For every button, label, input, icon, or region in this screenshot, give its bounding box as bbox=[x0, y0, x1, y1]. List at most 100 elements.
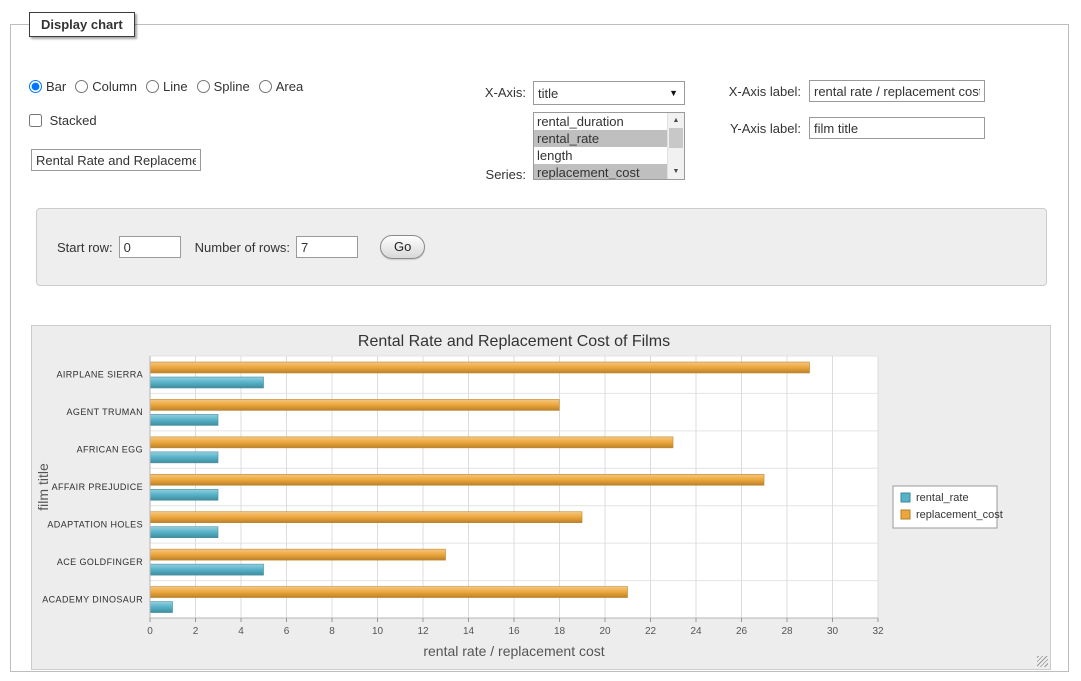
series-options: rental_durationrental_ratelengthreplacem… bbox=[534, 113, 667, 179]
num-rows-label: Number of rows: bbox=[195, 240, 290, 255]
row-controls-panel: Start row: Number of rows: Go bbox=[36, 208, 1047, 286]
chart-type-option-area[interactable]: Area bbox=[259, 79, 303, 94]
svg-text:0: 0 bbox=[147, 626, 153, 637]
svg-text:14: 14 bbox=[463, 626, 475, 637]
bar-replacement_cost bbox=[150, 399, 559, 410]
series-label: Series: bbox=[431, 167, 526, 182]
svg-text:12: 12 bbox=[417, 626, 429, 637]
radio-label: Line bbox=[163, 79, 188, 94]
svg-text:30: 30 bbox=[827, 626, 839, 637]
bar-rental_rate bbox=[150, 527, 218, 538]
radio-label: Spline bbox=[214, 79, 250, 94]
bar-replacement_cost bbox=[150, 362, 810, 373]
svg-text:20: 20 bbox=[599, 626, 611, 637]
bar-replacement_cost bbox=[150, 512, 582, 523]
bar-rental_rate bbox=[150, 564, 264, 575]
start-row-input[interactable] bbox=[119, 236, 181, 258]
x-axis-label-input[interactable] bbox=[809, 80, 985, 102]
chart-title-input[interactable] bbox=[31, 149, 201, 171]
legend-swatch-replacement_cost bbox=[901, 510, 910, 519]
chart-type-radio-group: Bar Column Line Spline Area bbox=[29, 79, 312, 94]
stacked-label: Stacked bbox=[50, 113, 97, 128]
svg-text:4: 4 bbox=[238, 626, 244, 637]
chart-panel: 02468101214161820222426283032AIRPLANE SI… bbox=[31, 325, 1051, 670]
series-option-length[interactable]: length bbox=[534, 147, 667, 164]
bar-replacement_cost bbox=[150, 549, 446, 560]
y-axis-title: film title bbox=[35, 463, 51, 511]
x-axis-label: X-Axis: bbox=[431, 85, 526, 100]
legend-label: rental_rate bbox=[916, 492, 969, 504]
svg-text:6: 6 bbox=[284, 626, 290, 637]
svg-text:ACE GOLDFINGER: ACE GOLDFINGER bbox=[57, 557, 143, 567]
bar-rental_rate bbox=[150, 489, 218, 500]
series-scrollbar[interactable]: ▲ ▼ bbox=[667, 113, 684, 179]
svg-text:2: 2 bbox=[193, 626, 199, 637]
chart-type-option-bar[interactable]: Bar bbox=[29, 79, 66, 94]
svg-text:ADAPTATION HOLES: ADAPTATION HOLES bbox=[47, 519, 143, 529]
chart-type-option-spline[interactable]: Spline bbox=[197, 79, 250, 94]
y-axis-label-input[interactable] bbox=[809, 117, 985, 139]
svg-text:AIRPLANE SIERRA: AIRPLANE SIERRA bbox=[56, 370, 143, 380]
series-option-rental_duration[interactable]: rental_duration bbox=[534, 113, 667, 130]
svg-text:24: 24 bbox=[690, 626, 702, 637]
svg-text:AGENT TRUMAN: AGENT TRUMAN bbox=[67, 407, 143, 417]
radio-area[interactable] bbox=[259, 80, 272, 93]
legend-swatch-rental_rate bbox=[901, 493, 910, 502]
y-axis-label-caption: Y-Axis label: bbox=[701, 121, 801, 136]
scrollbar-track[interactable] bbox=[668, 128, 684, 164]
category-labels: AIRPLANE SIERRA AGENT TRUMAN AFRICAN EGG AF… bbox=[42, 370, 143, 605]
stacked-label-wrap[interactable]: Stacked bbox=[29, 113, 97, 128]
radio-column[interactable] bbox=[75, 80, 88, 93]
radio-bar[interactable] bbox=[29, 80, 42, 93]
x-axis-ticks: 02468101214161820222426283032 bbox=[147, 618, 884, 637]
radio-spline[interactable] bbox=[197, 80, 210, 93]
resize-handle-icon[interactable] bbox=[1037, 656, 1048, 667]
svg-text:AFFAIR PREJUDICE: AFFAIR PREJUDICE bbox=[52, 482, 143, 492]
x-axis-selected-value: title bbox=[538, 86, 669, 101]
stacked-option[interactable]: Stacked bbox=[29, 113, 97, 128]
num-rows-input[interactable] bbox=[296, 236, 358, 258]
svg-text:10: 10 bbox=[372, 626, 384, 637]
go-button[interactable]: Go bbox=[380, 235, 425, 259]
start-row-label: Start row: bbox=[57, 240, 113, 255]
radio-label: Area bbox=[276, 79, 303, 94]
svg-text:8: 8 bbox=[329, 626, 335, 637]
bar-rental_rate bbox=[150, 414, 218, 425]
chart-title: Rental Rate and Replacement Cost of Film… bbox=[358, 333, 670, 350]
bar-replacement_cost bbox=[150, 587, 628, 598]
x-axis-title: rental rate / replacement cost bbox=[423, 643, 604, 659]
x-axis-select[interactable]: title ▼ bbox=[533, 81, 685, 105]
chart-type-option-column[interactable]: Column bbox=[75, 79, 137, 94]
svg-text:28: 28 bbox=[781, 626, 793, 637]
x-axis-label-caption: X-Axis label: bbox=[701, 84, 801, 99]
bar-rental_rate bbox=[150, 452, 218, 463]
bar-replacement_cost bbox=[150, 437, 673, 448]
series-listbox[interactable]: rental_durationrental_ratelengthreplacem… bbox=[533, 112, 685, 180]
chevron-down-icon: ▼ bbox=[669, 88, 680, 98]
chart-type-option-line[interactable]: Line bbox=[146, 79, 188, 94]
series-option-rental_rate[interactable]: rental_rate bbox=[534, 130, 667, 147]
stacked-checkbox[interactable] bbox=[29, 114, 42, 127]
radio-label: Bar bbox=[46, 79, 66, 94]
legend-label: replacement_cost bbox=[916, 509, 1003, 521]
svg-text:32: 32 bbox=[872, 626, 884, 637]
chart-svg: 02468101214161820222426283032AIRPLANE SI… bbox=[32, 326, 1050, 669]
bar-rental_rate bbox=[150, 602, 173, 613]
legend-item-replacement_cost[interactable]: replacement_cost bbox=[901, 509, 1003, 521]
scroll-down-icon[interactable]: ▼ bbox=[668, 164, 684, 179]
bar-replacement_cost bbox=[150, 474, 764, 485]
svg-text:22: 22 bbox=[645, 626, 657, 637]
svg-text:16: 16 bbox=[508, 626, 520, 637]
scrollbar-thumb[interactable] bbox=[669, 128, 683, 148]
svg-text:26: 26 bbox=[736, 626, 748, 637]
scroll-up-icon[interactable]: ▲ bbox=[668, 113, 684, 128]
chart-legend: rental_rate replacement_cost bbox=[893, 486, 1003, 528]
radio-line[interactable] bbox=[146, 80, 159, 93]
radio-label: Column bbox=[92, 79, 137, 94]
svg-text:18: 18 bbox=[554, 626, 566, 637]
fieldset-legend: Display chart bbox=[29, 12, 135, 37]
bar-rental_rate bbox=[150, 377, 264, 388]
svg-text:AFRICAN EGG: AFRICAN EGG bbox=[77, 445, 143, 455]
svg-text:ACADEMY DINOSAUR: ACADEMY DINOSAUR bbox=[42, 594, 143, 604]
series-option-replacement_cost[interactable]: replacement_cost bbox=[534, 164, 667, 180]
